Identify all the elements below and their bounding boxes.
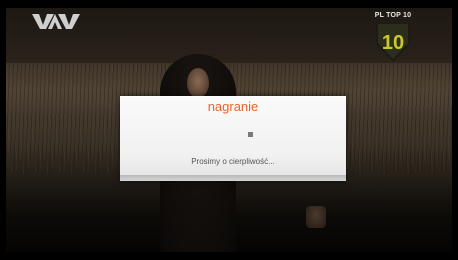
loading-square-icon xyxy=(248,132,253,137)
channel-logo-icon xyxy=(32,12,80,30)
dialog-title: nagranie xyxy=(207,99,259,114)
recording-dialog: nagranie Prosimy o cierpliwość... xyxy=(120,96,346,181)
video-figure-face xyxy=(187,68,209,98)
tv-screen: PL TOP 10 10 nagranie Prosimy o cierpliw… xyxy=(0,0,458,260)
top10-number: 10 xyxy=(382,32,404,54)
top10-badge-icon: 10 xyxy=(376,22,410,62)
video-foreground-object xyxy=(306,206,326,228)
top10-label: PL TOP 10 xyxy=(374,12,412,19)
top10-badge: PL TOP 10 10 xyxy=(370,12,416,64)
dialog-message: Prosimy o cierpliwość... xyxy=(191,157,275,166)
dialog-footer-strip xyxy=(120,175,346,181)
